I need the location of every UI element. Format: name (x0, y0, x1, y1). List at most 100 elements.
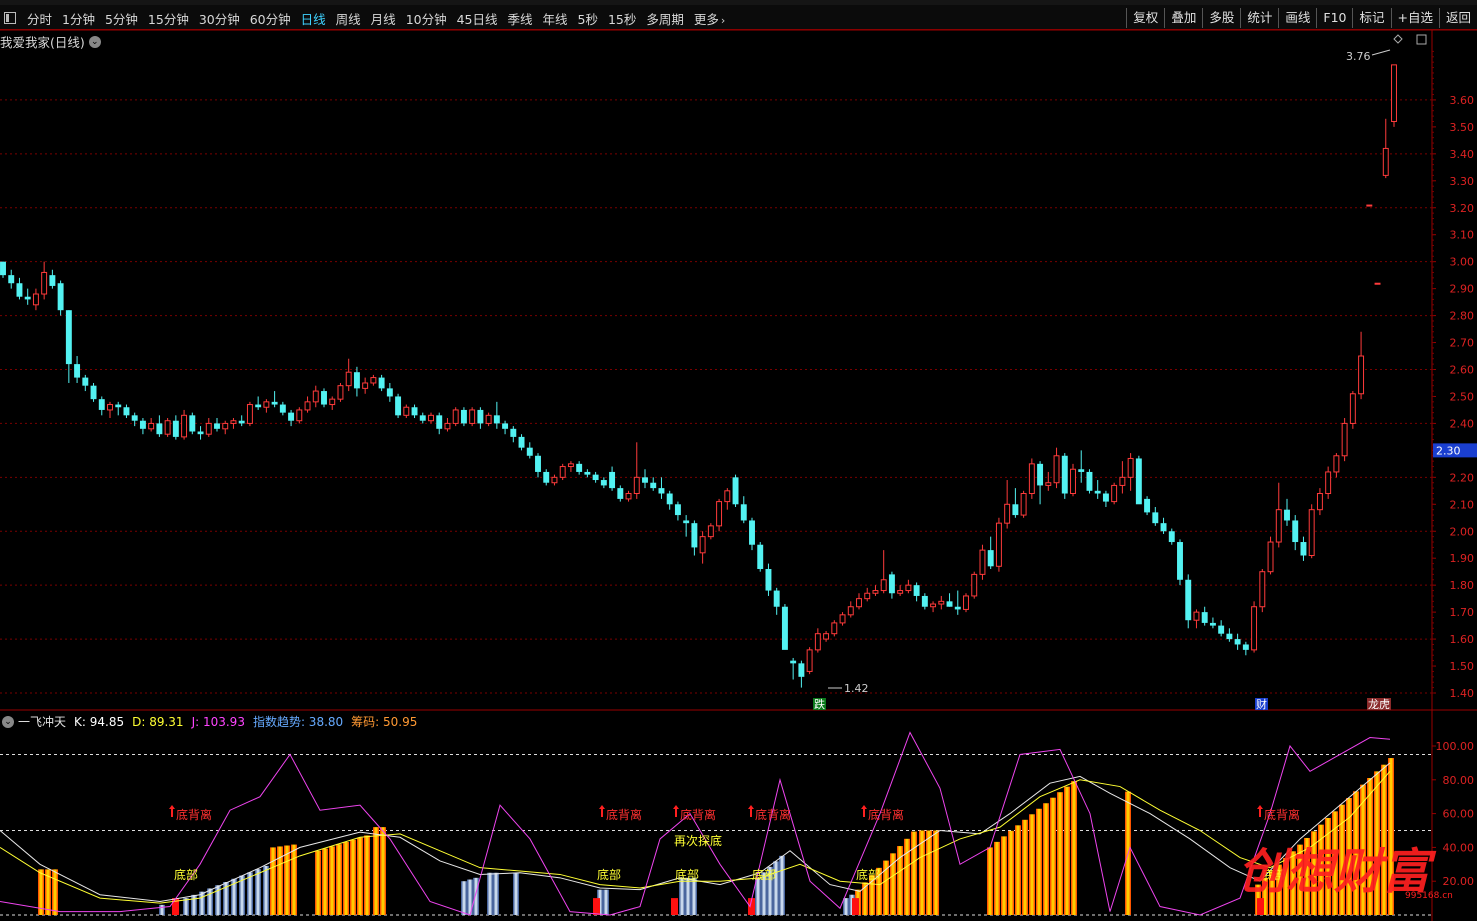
indicator-value-1: D: 89.31 (132, 715, 184, 729)
indicator-value-3: 指数趋势: 38.80 (252, 715, 344, 729)
tool-button-4[interactable]: 画线 (1278, 8, 1316, 28)
candle (345, 358, 352, 392)
candle-body (1366, 204, 1373, 207)
candle (1053, 447, 1060, 489)
candle-body (1111, 484, 1118, 503)
candle-body (148, 422, 155, 430)
candle-body (1193, 611, 1200, 621)
price-tick-label: 1.40 (1450, 687, 1475, 700)
indicator-bar-red (1311, 831, 1317, 915)
candle (1374, 282, 1381, 285)
period-tab-1[interactable]: 1分钟 (57, 9, 100, 28)
bottom-divergence-label: 底背离 (755, 807, 791, 822)
bottom-divergence-label: 底背离 (176, 807, 212, 822)
tool-button-5[interactable]: F10 (1316, 8, 1352, 28)
candle-body (1374, 282, 1381, 285)
price-tick-label: 2.00 (1450, 525, 1475, 538)
watermark-url: 995168.cn (1405, 891, 1453, 901)
candle-body (683, 520, 690, 524)
candle (395, 393, 402, 419)
period-tab-5[interactable]: 60分钟 (245, 9, 296, 28)
tool-button-0[interactable]: 复权 (1126, 8, 1164, 28)
candle-body (8, 275, 15, 284)
candle (707, 523, 714, 540)
candle-body (1349, 393, 1356, 424)
candle-body (139, 420, 146, 429)
period-tab-0[interactable]: 分时 (22, 9, 57, 28)
period-tab-4[interactable]: 30分钟 (194, 9, 245, 28)
candle (164, 418, 171, 437)
candle-body (1004, 503, 1011, 524)
candle (617, 485, 624, 502)
candle-body (181, 414, 188, 438)
candle-body (469, 409, 476, 424)
ind-tick-label: 60.00 (1443, 808, 1475, 821)
period-tab-15[interactable]: 多周期 (641, 9, 689, 28)
period-tab-9[interactable]: 10分钟 (401, 9, 452, 28)
candle-body (214, 423, 220, 429)
candle (460, 407, 467, 427)
retest-label: 再次探底 (674, 833, 722, 848)
candle (296, 407, 303, 424)
indicator-bar-blue (247, 872, 253, 915)
candle-body (1144, 498, 1151, 513)
price-tick-label: 3.40 (1450, 148, 1475, 161)
candle (1086, 469, 1093, 494)
period-tab-13[interactable]: 5秒 (573, 9, 603, 28)
candle-body (946, 601, 953, 607)
indicator-bar-blue (215, 885, 221, 915)
tool-button-1[interactable]: 叠加 (1164, 8, 1202, 28)
tool-button-7[interactable]: +自选 (1390, 8, 1439, 28)
price-tick-label: 3.20 (1450, 202, 1475, 215)
candle-body (222, 422, 229, 430)
period-tab-11[interactable]: 季线 (503, 9, 538, 28)
candle-body (872, 590, 879, 594)
chevron-right-icon: › (720, 13, 726, 27)
chevron-down-icon[interactable]: ⌄ (88, 35, 101, 48)
candle (1382, 118, 1389, 179)
period-tab-16[interactable]: 更多 › (689, 9, 730, 28)
price-tick-label: 2.80 (1450, 310, 1475, 323)
period-tab-3[interactable]: 15分钟 (143, 9, 194, 28)
indicator-bar-blue (685, 877, 691, 915)
current-price-label: 2.30 (1436, 444, 1461, 457)
indicator-bar-red (291, 844, 297, 915)
period-tab-8[interactable]: 月线 (366, 9, 401, 28)
period-tab-2[interactable]: 5分钟 (100, 9, 143, 28)
period-tab-14[interactable]: 15秒 (603, 9, 641, 28)
candle (658, 477, 665, 499)
candle-body (444, 422, 451, 430)
candle (757, 542, 764, 572)
price-tick-label: 1.90 (1450, 552, 1475, 565)
candle-body (600, 480, 607, 486)
tool-button-2[interactable]: 多股 (1202, 8, 1240, 28)
indicator-bar-blue (473, 877, 479, 915)
candle-body (49, 275, 56, 286)
menu-strip (0, 0, 1477, 5)
period-tab-7[interactable]: 周线 (331, 9, 366, 28)
candle-body (864, 592, 871, 600)
indicator-bar-red (336, 844, 342, 915)
indicator-bar-red (862, 882, 868, 915)
candle-body (477, 409, 484, 424)
candle (378, 374, 385, 392)
period-tab-10[interactable]: 45日线 (452, 9, 503, 28)
tool-button-6[interactable]: 标记 (1352, 8, 1390, 28)
candle (625, 490, 632, 502)
price-tick-label: 2.70 (1450, 337, 1475, 350)
candle-body (255, 404, 262, 408)
period-tab-6[interactable]: 日线 (296, 9, 331, 28)
stock-title: 我爱我家(日线) ⌄ (0, 32, 101, 51)
candle (831, 620, 838, 637)
indicator-bar-red (357, 837, 363, 915)
tool-button-8[interactable]: 返回 (1438, 8, 1477, 28)
chevron-down-icon[interactable]: ⌄ (2, 715, 14, 728)
layout-toggle-icon[interactable] (4, 12, 16, 24)
tool-button-3[interactable]: 统计 (1240, 8, 1278, 28)
period-tab-12[interactable]: 年线 (538, 9, 573, 28)
candle-body (296, 409, 303, 422)
candle-body (781, 606, 788, 650)
candlestick-chart[interactable]: 3.60 3.50 3.40 3.30 3.20 3.10 3.00 2.90 2.80 2.70… (0, 0, 1477, 921)
candle (666, 490, 673, 510)
candle (156, 415, 163, 437)
